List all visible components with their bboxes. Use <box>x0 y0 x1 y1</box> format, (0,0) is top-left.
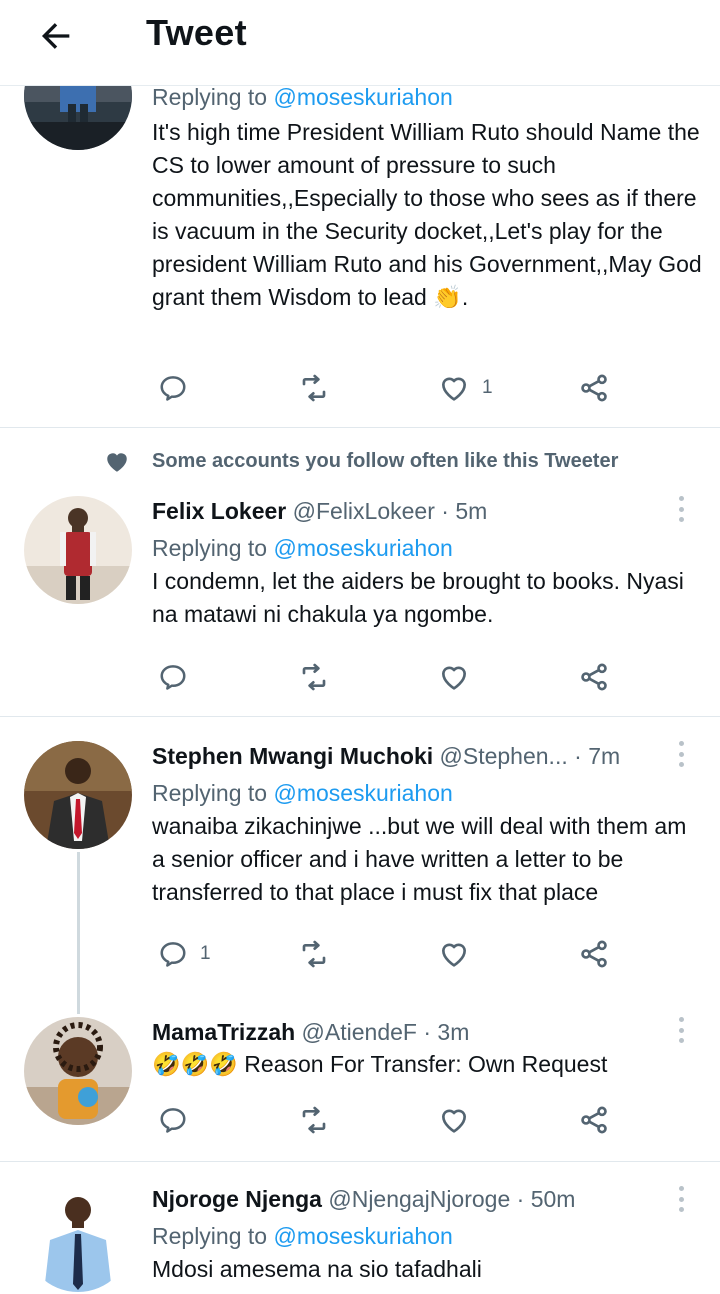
social-context: Some accounts you follow often like this… <box>0 445 720 477</box>
share-button[interactable] <box>578 657 610 697</box>
share-button[interactable] <box>578 368 610 408</box>
tweet-text: wanaiba zikachinjwe ...but we will deal … <box>152 813 687 905</box>
timestamp[interactable]: 3m <box>437 1019 469 1045</box>
user-handle[interactable]: @Stephen... <box>440 743 568 769</box>
tweet-header: Njoroge Njenga @NjengajNjoroge · 50m <box>152 1184 704 1214</box>
tweet-text: It's high time President William Ruto sh… <box>152 119 702 310</box>
reply-tweet-4[interactable]: MamaTrizzah @AtiendeF · 3m 🤣🤣🤣 Reason Fo… <box>0 1001 720 1161</box>
reply-count: 1 <box>200 943 211 964</box>
avatar[interactable] <box>24 741 132 849</box>
share-icon <box>581 663 607 691</box>
reply-icon <box>160 942 186 967</box>
timestamp[interactable]: 50m <box>531 1186 576 1212</box>
reply-tweet-3[interactable]: Stephen Mwangi Muchoki @Stephen... · 7m … <box>0 717 720 1001</box>
tweet-text: 🤣🤣🤣 Reason For Transfer: Own Request <box>152 1051 608 1077</box>
mention-link[interactable]: @moseskuriahon <box>273 535 452 561</box>
tweet-actions <box>152 1100 632 1140</box>
reply-tweet-5[interactable]: Njoroge Njenga @NjengajNjoroge · 50m Rep… <box>0 1162 720 1294</box>
back-button[interactable] <box>34 14 78 58</box>
avatar[interactable] <box>24 496 132 604</box>
replying-label: Replying to <box>152 1223 268 1249</box>
retweet-button[interactable] <box>298 1100 330 1140</box>
heart-icon <box>442 377 466 401</box>
reply-button[interactable] <box>158 657 188 697</box>
top-app-bar: Tweet <box>0 0 720 86</box>
like-count: 1 <box>482 377 493 398</box>
tweet-text: Mdosi amesema na sio tafadhali <box>152 1256 482 1282</box>
avatar[interactable] <box>24 1184 132 1292</box>
reply-icon <box>160 665 186 690</box>
display-name[interactable]: MamaTrizzah <box>152 1019 295 1045</box>
share-button[interactable] <box>578 934 610 974</box>
retweet-icon <box>302 940 326 968</box>
share-icon <box>581 374 607 402</box>
separator-dot: · <box>423 1019 432 1045</box>
replying-to: Replying to @moseskuriahon <box>152 533 704 563</box>
timestamp[interactable]: 7m <box>588 743 620 769</box>
replying-to: Replying to @moseskuriahon <box>152 1221 704 1251</box>
tweet-actions: 1 <box>152 934 632 974</box>
like-button[interactable]: 1 <box>438 368 493 408</box>
timestamp[interactable]: 5m <box>455 498 487 524</box>
retweet-icon <box>302 1106 326 1134</box>
avatar[interactable] <box>24 1017 132 1125</box>
page-title: Tweet <box>146 12 247 53</box>
share-button[interactable] <box>578 1100 610 1140</box>
social-context-text: Some accounts you follow often like this… <box>152 450 619 472</box>
replying-to: Replying to @moseskuriahon <box>152 82 704 112</box>
like-button[interactable] <box>438 1100 470 1140</box>
retweet-button[interactable] <box>298 934 330 974</box>
like-button[interactable] <box>438 934 470 974</box>
reply-icon <box>160 1108 186 1133</box>
tweet-header: MamaTrizzah @AtiendeF · 3m <box>152 1017 704 1047</box>
user-handle[interactable]: @FelixLokeer <box>293 498 435 524</box>
mention-link[interactable]: @moseskuriahon <box>273 1223 452 1249</box>
retweet-button[interactable] <box>298 657 330 697</box>
heart-icon <box>442 1109 466 1133</box>
tweet-header: Felix Lokeer @FelixLokeer · 5m <box>152 496 704 526</box>
retweet-icon <box>302 374 326 402</box>
mention-link[interactable]: @moseskuriahon <box>273 780 452 806</box>
reply-button[interactable] <box>158 1100 188 1140</box>
separator-dot: · <box>574 743 582 769</box>
reply-button[interactable]: 1 <box>158 934 211 974</box>
replying-label: Replying to <box>152 780 268 806</box>
reply-tweet-2[interactable]: Some accounts you follow often like this… <box>0 428 720 716</box>
heart-icon <box>442 666 466 690</box>
separator-dot: · <box>441 498 449 524</box>
heart-filled-icon <box>107 453 127 472</box>
user-handle[interactable]: @AtiendeF <box>302 1019 417 1045</box>
replying-label: Replying to <box>152 84 268 110</box>
separator-dot: · <box>516 1186 525 1212</box>
replying-to: Replying to @moseskuriahon <box>152 778 704 808</box>
reply-icon <box>160 376 186 401</box>
user-handle[interactable]: @NjengajNjoroge <box>328 1186 510 1212</box>
mention-link[interactable]: @moseskuriahon <box>273 84 452 110</box>
tweet-text: I condemn, let the aiders be brought to … <box>152 568 684 627</box>
retweet-button[interactable] <box>298 368 330 408</box>
display-name[interactable]: Njoroge Njenga <box>152 1186 322 1212</box>
reply-button[interactable] <box>158 368 188 408</box>
arrow-left-icon <box>41 23 70 49</box>
heart-icon <box>442 943 466 967</box>
tweet-header: Stephen Mwangi Muchoki @Stephen... · 7m <box>152 741 704 771</box>
like-button[interactable] <box>438 657 470 697</box>
share-icon <box>581 940 607 968</box>
replying-label: Replying to <box>152 535 268 561</box>
tweet-actions: 1 <box>152 368 632 408</box>
retweet-icon <box>302 663 326 691</box>
share-icon <box>581 1106 607 1134</box>
display-name[interactable]: Stephen Mwangi Muchoki <box>152 743 433 769</box>
tweet-actions <box>152 657 632 697</box>
display-name[interactable]: Felix Lokeer <box>152 498 286 524</box>
